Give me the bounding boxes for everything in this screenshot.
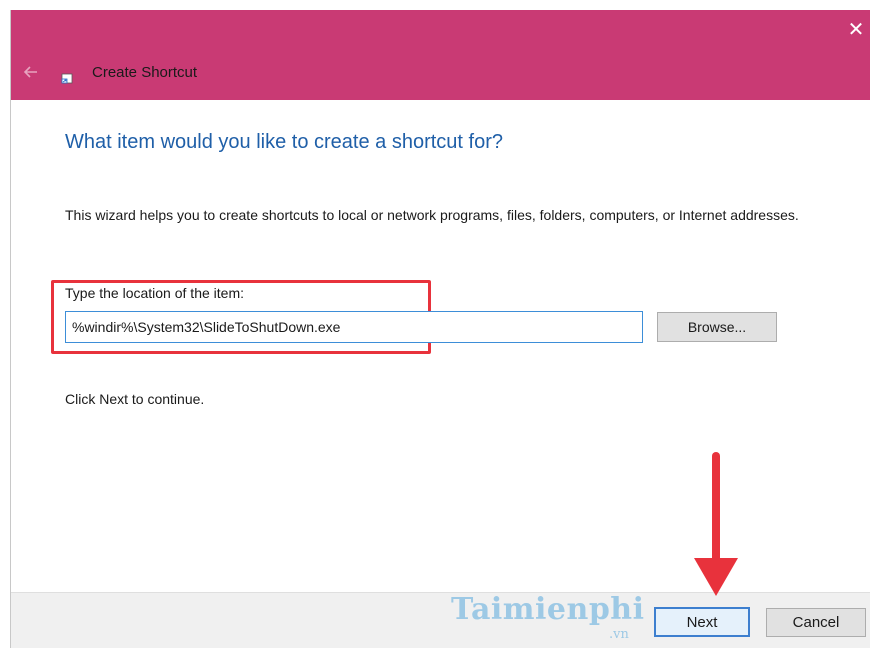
wizard-description: This wizard helps you to create shortcut…	[65, 207, 799, 223]
back-arrow-icon[interactable]	[19, 60, 43, 84]
down-arrow-icon	[694, 452, 738, 596]
title-bar: ✕ Create Shortcut	[11, 10, 870, 100]
page-heading: What item would you like to create a sho…	[65, 131, 503, 153]
create-shortcut-dialog: ✕ Create Shortcut What item would you li…	[10, 10, 870, 648]
location-label: Type the location of the item:	[65, 285, 244, 301]
watermark-brand: Taimienphi	[451, 592, 645, 627]
cancel-button[interactable]: Cancel	[766, 608, 866, 637]
watermark-logo: Taimienphi	[451, 592, 645, 627]
next-button[interactable]: Next	[654, 607, 750, 637]
close-button[interactable]: ✕	[841, 10, 870, 50]
watermark-suffix: .vn	[609, 627, 629, 642]
browse-button[interactable]: Browse...	[657, 312, 777, 342]
close-icon: ✕	[847, 19, 865, 41]
shortcut-icon	[61, 73, 73, 84]
location-input[interactable]	[65, 311, 643, 343]
continue-instruction: Click Next to continue.	[65, 391, 205, 407]
window-title: Create Shortcut	[92, 64, 198, 81]
